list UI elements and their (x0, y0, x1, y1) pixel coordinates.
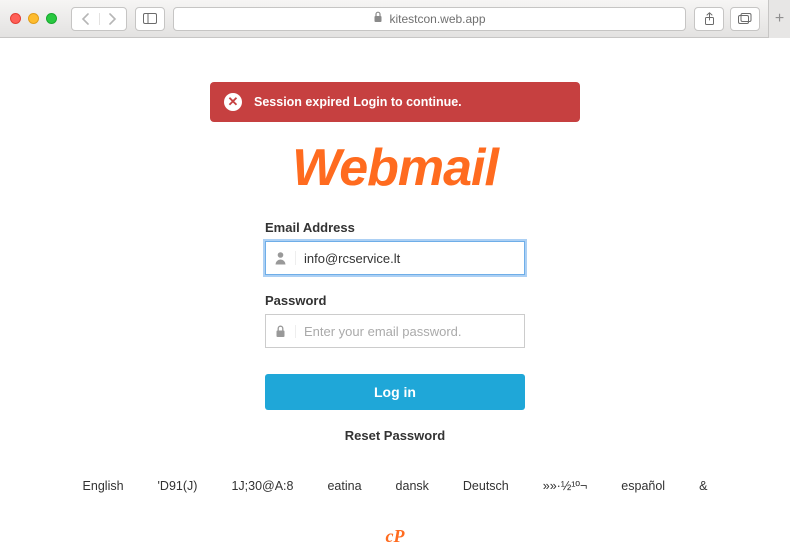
password-label: Password (265, 293, 525, 308)
minimize-window-button[interactable] (28, 13, 39, 24)
lock-icon (266, 325, 296, 338)
login-form: Email Address Password (265, 220, 525, 348)
back-button[interactable] (72, 13, 100, 25)
login-button[interactable]: Log in (265, 374, 525, 410)
forward-button[interactable] (100, 13, 127, 25)
cpanel-logo: cP (386, 526, 405, 547)
password-input[interactable] (296, 324, 524, 339)
email-input[interactable] (296, 251, 524, 266)
lang-option[interactable]: 1J;30@A:8 (231, 479, 293, 493)
lang-option[interactable]: Deutsch (463, 479, 509, 493)
maximize-window-button[interactable] (46, 13, 57, 24)
error-alert: ✕ Session expired Login to continue. (210, 82, 580, 122)
new-tab-button[interactable]: + (768, 0, 790, 38)
error-icon: ✕ (224, 93, 242, 111)
browser-toolbar: kitestcon.web.app + (0, 0, 790, 38)
language-selector: English 'D91(J) 1J;30@A:8 eatina dansk D… (83, 479, 708, 493)
window-controls (10, 13, 57, 24)
email-label: Email Address (265, 220, 525, 235)
lang-more[interactable]: & (699, 479, 707, 493)
lang-option[interactable]: 'D91(J) (158, 479, 198, 493)
webmail-logo: Webmail (292, 138, 498, 198)
alert-message: Session expired Login to continue. (254, 95, 462, 109)
page-content: ✕ Session expired Login to continue. Web… (0, 38, 790, 559)
lang-option[interactable]: »»·½¹º¬ (543, 479, 588, 493)
tabs-button[interactable] (730, 7, 760, 31)
nav-back-forward (71, 7, 127, 31)
lang-option[interactable]: dansk (396, 479, 429, 493)
reset-password-link[interactable]: Reset Password (345, 428, 445, 443)
lang-option[interactable]: español (621, 479, 665, 493)
toolbar-right (694, 7, 760, 31)
url-text: kitestcon.web.app (389, 12, 485, 26)
lang-option[interactable]: English (83, 479, 124, 493)
close-window-button[interactable] (10, 13, 21, 24)
address-bar[interactable]: kitestcon.web.app (173, 7, 686, 31)
lang-option[interactable]: eatina (327, 479, 361, 493)
user-icon (266, 251, 296, 265)
password-field-wrapper (265, 314, 525, 348)
lock-icon (373, 11, 383, 26)
email-field-wrapper (265, 241, 525, 275)
share-button[interactable] (694, 7, 724, 31)
sidebar-toggle-button[interactable] (135, 7, 165, 31)
